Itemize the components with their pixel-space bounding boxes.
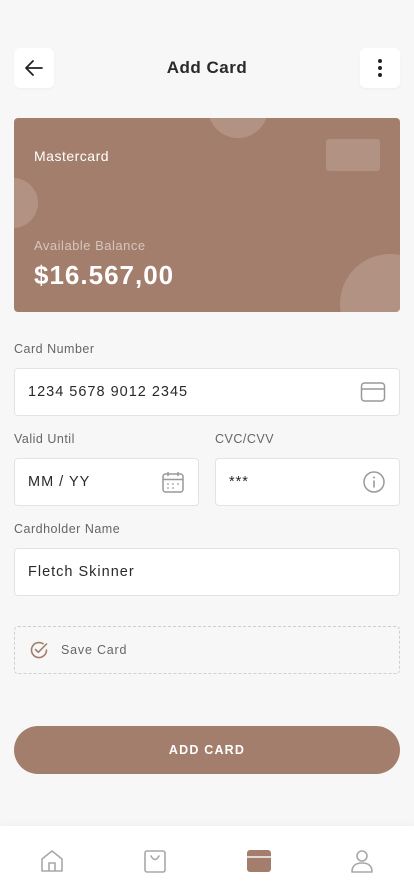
credit-card-icon [360, 382, 386, 402]
card-preview: Mastercard Available Balance $16.567,00 [14, 118, 400, 312]
cardholder-field[interactable]: Fletch Skinner [14, 548, 400, 596]
card-number-value: 1234 5678 9012 2345 [28, 384, 189, 400]
tab-cards[interactable] [234, 836, 284, 886]
back-button[interactable] [14, 48, 54, 88]
tab-shop[interactable] [130, 836, 180, 886]
tab-home[interactable] [27, 836, 77, 886]
info-icon[interactable] [362, 470, 386, 494]
decorative-circle [340, 254, 400, 312]
header: Add Card [14, 48, 400, 88]
cvc-label: CVC/CVV [215, 432, 275, 446]
save-card-label: Save Card [61, 643, 128, 657]
more-options-button[interactable] [360, 48, 400, 88]
balance-value: $16.567,00 [34, 260, 175, 290]
save-card-toggle[interactable]: Save Card [14, 626, 400, 674]
balance-label: Available Balance [34, 238, 146, 253]
card-number-label: Card Number [14, 342, 95, 356]
add-card-button[interactable]: ADD CARD [14, 726, 400, 774]
valid-until-placeholder: MM / YY [28, 474, 91, 490]
valid-until-label: Valid Until [14, 432, 75, 446]
home-icon [40, 850, 63, 872]
card-brand: Mastercard [34, 148, 110, 164]
decorative-circle [208, 118, 268, 138]
cardholder-value: Fletch Skinner [28, 564, 135, 580]
tab-profile[interactable] [337, 836, 387, 886]
valid-until-field[interactable]: MM / YY [14, 458, 199, 506]
decorative-circle [14, 178, 38, 228]
cardholder-label: Cardholder Name [14, 522, 121, 536]
cvc-field[interactable]: *** [215, 458, 400, 506]
bottom-tab-bar [0, 826, 414, 896]
cvc-value: *** [229, 474, 249, 490]
arrow-left-icon [25, 60, 43, 76]
shopping-bag-icon [144, 850, 167, 873]
card-icon [246, 850, 271, 872]
card-chip [326, 139, 380, 171]
calendar-icon [162, 472, 184, 493]
card-number-field[interactable]: 1234 5678 9012 2345 [14, 368, 400, 416]
check-circle-icon [30, 641, 48, 659]
page-title: Add Card [166, 58, 248, 77]
user-icon [351, 850, 374, 873]
more-vertical-icon [378, 59, 382, 77]
